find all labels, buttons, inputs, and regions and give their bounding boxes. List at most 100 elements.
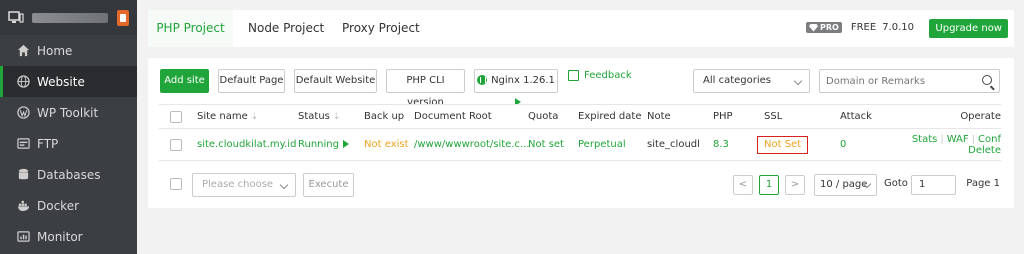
sidebar-item-label: FTP	[37, 136, 59, 151]
sort-icon[interactable]: ⇣	[251, 112, 259, 122]
tab-node-project[interactable]: Node Project	[234, 10, 338, 47]
sidebar-item-label: WP Toolkit	[37, 105, 99, 120]
gem-icon	[809, 23, 819, 32]
sidebar-item-ftp[interactable]: FTP	[0, 128, 137, 159]
search-box[interactable]	[819, 69, 1000, 93]
column-note: Note	[647, 111, 671, 122]
column-ssl: SSL	[764, 111, 783, 122]
column-status[interactable]: Status ⇣	[298, 105, 340, 129]
conf-link[interactable]: Conf	[978, 134, 1001, 145]
search-input[interactable]	[820, 70, 970, 92]
site-name-link[interactable]: site.cloudkilat.my.id	[197, 129, 296, 161]
status-toggle[interactable]: Running	[298, 129, 349, 161]
nginx-icon	[477, 75, 488, 85]
attack-count[interactable]: 0	[840, 129, 846, 161]
docker-icon	[16, 199, 30, 213]
waf-link[interactable]: WAF	[947, 134, 969, 145]
version-info: PRO FREE 7.0.10	[806, 22, 914, 33]
expired-date-link[interactable]: Perpetual	[578, 129, 626, 161]
document-root-link[interactable]: /www/wwwroot/site.c...	[414, 129, 530, 161]
quota-link[interactable]: Not set	[528, 129, 564, 161]
category-select[interactable]: All categories	[693, 69, 810, 93]
feedback-label: Feedback	[584, 70, 632, 81]
page-size-select[interactable]: 10 / page	[814, 174, 877, 196]
add-site-button[interactable]: Add site	[160, 69, 209, 93]
upgrade-button[interactable]: Upgrade now	[929, 19, 1008, 38]
column-php: PHP	[713, 111, 733, 122]
table-row: site.cloudkilat.my.id Running Not exist …	[159, 129, 1001, 161]
sidebar-item-databases[interactable]: Databases	[0, 159, 137, 190]
project-tabs-bar: PHP Project Node Project Proxy Project P…	[148, 10, 1014, 47]
column-operate: Operate	[960, 111, 1001, 122]
column-quota: Quota	[528, 111, 559, 122]
main-content: PHP Project Node Project Proxy Project P…	[137, 0, 1024, 254]
sidebar-item-docker[interactable]: Docker	[0, 190, 137, 221]
ftp-icon	[16, 137, 30, 151]
column-attack: Attack	[840, 111, 872, 122]
pro-badge: PRO	[806, 22, 842, 33]
chevron-down-icon	[279, 180, 289, 190]
column-backup: Back up	[364, 111, 405, 122]
batch-operation-placeholder: Please choose	[202, 179, 274, 190]
default-page-button[interactable]: Default Page	[218, 69, 285, 93]
select-all-checkbox[interactable]	[170, 111, 182, 123]
search-icon[interactable]	[982, 75, 992, 85]
page-size-value: 10 / page	[820, 179, 868, 190]
database-icon	[16, 168, 30, 182]
sidebar-item-website[interactable]: Website	[0, 66, 137, 97]
default-website-button[interactable]: Default Website	[294, 69, 377, 93]
goto-page-input[interactable]: 1	[911, 175, 956, 195]
feedback-link[interactable]: Feedback	[568, 70, 632, 81]
batch-operation-select[interactable]: Please choose	[192, 173, 296, 197]
next-page-button[interactable]: >	[785, 175, 805, 195]
backup-link[interactable]: Not exist	[364, 129, 409, 161]
sidebar-item-monitor[interactable]: Monitor	[0, 221, 137, 252]
php-version-link[interactable]: 8.3	[713, 129, 729, 161]
play-icon	[342, 140, 349, 148]
wordpress-icon	[16, 106, 30, 120]
ssl-status[interactable]: Not Set	[757, 129, 809, 161]
edit-icon	[568, 70, 579, 81]
execute-button[interactable]: Execute	[303, 173, 354, 197]
site-list-panel: Add site Default Page Default Website PH…	[148, 58, 1014, 208]
free-label: FREE	[850, 22, 877, 33]
nginx-service-button[interactable]: Nginx 1.26.1	[474, 69, 558, 106]
category-select-value: All categories	[703, 75, 771, 86]
ssl-not-set-link[interactable]: Not Set	[757, 136, 809, 154]
operate-links: Stats | WAF | Conf Delete	[911, 134, 1001, 156]
page-number-button[interactable]: 1	[759, 175, 779, 195]
page-indicator: Page 1	[966, 178, 1000, 189]
home-icon	[16, 44, 30, 58]
column-expired-date: Expired date	[578, 111, 642, 122]
prev-page-button[interactable]: <	[733, 175, 753, 195]
sidebar-item-label: Databases	[37, 167, 101, 182]
php-cli-version-button[interactable]: PHP CLI version	[386, 69, 465, 108]
stats-link[interactable]: Stats	[912, 134, 938, 145]
delete-link[interactable]: Delete	[968, 145, 1001, 156]
column-site-name[interactable]: Site name ⇣	[197, 105, 258, 129]
server-icon	[8, 11, 26, 25]
sidebar-item-label: Website	[37, 74, 85, 89]
goto-label: Goto	[884, 178, 908, 189]
sidebar-item-home[interactable]: Home	[0, 35, 137, 66]
note-field[interactable]: site_cloudkila	[647, 129, 699, 161]
sidebar-header	[0, 0, 137, 35]
row-checkbox[interactable]	[170, 139, 182, 151]
sidebar-item-label: Docker	[37, 198, 80, 213]
version-number: 7.0.10	[882, 22, 914, 33]
tab-php-project[interactable]: PHP Project	[148, 10, 233, 47]
chevron-down-icon	[793, 76, 803, 86]
sidebar-item-label: Monitor	[37, 229, 83, 244]
sort-icon[interactable]: ⇣	[333, 112, 341, 122]
sidebar-item-label: Home	[37, 43, 73, 58]
sidebar: Home Website WP Toolkit FTP Databases Do…	[0, 0, 137, 254]
sidebar-item-wp-toolkit[interactable]: WP Toolkit	[0, 97, 137, 128]
monitor-icon	[16, 230, 30, 244]
server-badge-icon[interactable]	[117, 9, 129, 26]
footer-select-all-checkbox[interactable]	[170, 178, 182, 190]
globe-icon	[16, 75, 30, 89]
tab-proxy-project[interactable]: Proxy Project	[328, 10, 434, 47]
table-header: Site name ⇣ Status ⇣ Back up Document Root…	[159, 104, 1001, 129]
column-document-root: Document Root	[414, 111, 492, 122]
pro-label: PRO	[820, 23, 839, 32]
